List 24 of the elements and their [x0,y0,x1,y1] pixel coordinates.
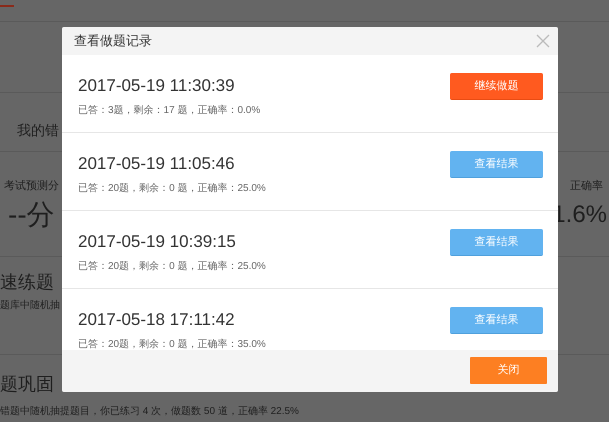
section-title: 题巩固 [0,373,54,396]
stat-label: 考试预测分 [4,179,59,194]
stat-label: 正确率 [570,178,604,194]
record-action-button[interactable]: 查看结果 [450,151,543,178]
record-datetime: 2017-05-18 17:11:42 [78,309,236,332]
record-datetime: 2017-05-19 10:39:15 [78,231,237,254]
close-button[interactable]: 关闭 [470,357,547,384]
record-action-button[interactable]: 查看结果 [450,229,543,256]
record-action-button[interactable]: 继续做题 [450,73,543,100]
record-action-button[interactable]: 查看结果 [450,307,543,334]
stat-value: --分 [7,198,55,232]
accent-line [0,5,14,7]
section-description: 错题中随机抽提题目，你已练习 4 次，做题数 50 道，正确率 22.5% [0,404,299,419]
dialog-title: 查看做题记录 [74,32,152,50]
record-summary: 已答：20题，剩余：0 题，正确率：35.0% [78,338,266,350]
close-icon[interactable] [536,34,550,48]
section-description: 题库中随机抽 [0,298,60,313]
record-datetime: 2017-05-19 11:05:46 [78,153,236,176]
section-title: 我的错 [17,120,59,140]
record-summary: 已答：3题，剩余：17 题，正确率：0.0% [78,104,260,118]
record-summary: 已答：20题，剩余：0 题，正确率：25.0% [78,182,266,196]
section-title: 速练题 [0,271,54,294]
record-summary: 已答：20题，剩余：0 题，正确率：25.0% [78,260,266,274]
record-datetime: 2017-05-19 11:30:39 [78,75,236,98]
